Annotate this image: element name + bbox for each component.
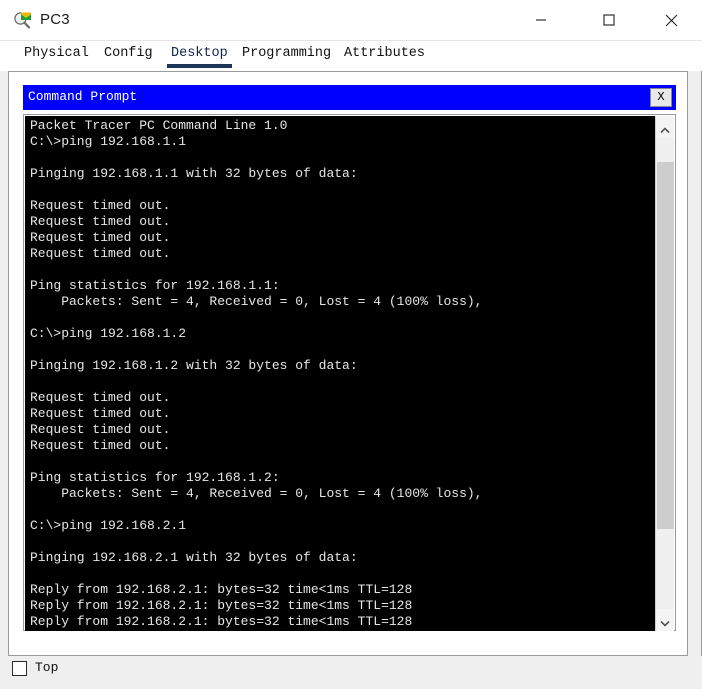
- command-prompt-close-button[interactable]: X: [650, 88, 672, 107]
- terminal-scrollbar[interactable]: [655, 116, 674, 631]
- terminal-line: C:\>ping 192.168.2.1: [30, 518, 187, 533]
- terminal-line: Pinging 192.168.1.2 with 32 bytes of dat…: [30, 358, 358, 373]
- tab-attributes[interactable]: Attributes: [338, 41, 431, 71]
- terminal-line: Reply from 192.168.2.1: bytes=32 time<1m…: [30, 598, 413, 613]
- command-prompt-title: Command Prompt: [28, 89, 138, 104]
- chevron-down-icon: [660, 620, 670, 627]
- tab-desktop[interactable]: Desktop: [165, 41, 234, 71]
- terminal-line: Packets: Sent = 4, Received = 0, Lost = …: [30, 486, 483, 501]
- scroll-up-button[interactable]: [656, 116, 674, 138]
- terminal-line: Request timed out.: [30, 438, 171, 453]
- terminal-line: Request timed out.: [30, 246, 171, 261]
- terminal-line: C:\>ping 192.168.1.1: [30, 134, 187, 149]
- command-prompt-window: Command Prompt X Packet Tracer PC Comman…: [23, 85, 676, 631]
- close-button[interactable]: [648, 0, 694, 40]
- bottom-bar: Top: [0, 656, 702, 689]
- terminal-line: Packets: Sent = 4, Received = 0, Lost = …: [30, 294, 483, 309]
- tab-config[interactable]: Config: [98, 41, 159, 71]
- minimize-icon: [536, 19, 546, 21]
- terminal-line: Ping statistics for 192.168.1.2:: [30, 470, 280, 485]
- maximize-button[interactable]: [586, 0, 632, 40]
- terminal-frame: Packet Tracer PC Command Line 1.0 C:\>pin…: [23, 114, 676, 631]
- terminal-line: Packet Tracer PC Command Line 1.0: [30, 118, 288, 133]
- terminal-line: Ping statistics for 192.168.1.1:: [30, 278, 280, 293]
- terminal-line: Reply from 192.168.2.1: bytes=32 time<1m…: [30, 614, 413, 629]
- terminal-line: Request timed out.: [30, 390, 171, 405]
- terminal-line: Pinging 192.168.2.1 with 32 bytes of dat…: [30, 550, 358, 565]
- terminal-line: Reply from 192.168.2.1: bytes=32 time<1m…: [30, 582, 413, 597]
- terminal-line: Request timed out.: [30, 214, 171, 229]
- terminal-line: Request timed out.: [30, 230, 171, 245]
- scrollbar-thumb[interactable]: [657, 161, 674, 529]
- command-prompt-title-bar: Command Prompt X: [23, 85, 676, 110]
- desktop-tab-panel: Command Prompt X Packet Tracer PC Comman…: [8, 71, 688, 656]
- window-title-bar: PC3: [0, 0, 702, 41]
- maximize-icon: [603, 14, 615, 26]
- terminal-line: Request timed out.: [30, 198, 171, 213]
- minimize-button[interactable]: [518, 0, 564, 40]
- tab-physical[interactable]: Physical: [18, 41, 95, 71]
- terminal-line: C:\>ping 192.168.1.2: [30, 326, 187, 341]
- close-icon: [665, 14, 677, 26]
- tab-strip: Physical Config Desktop Programming Attr…: [0, 41, 702, 71]
- scroll-down-button[interactable]: [656, 609, 674, 631]
- chevron-up-icon: [660, 127, 670, 134]
- top-checkbox[interactable]: [12, 661, 27, 676]
- tab-programming[interactable]: Programming: [236, 41, 337, 71]
- terminal-line: Request timed out.: [30, 406, 171, 421]
- terminal-output[interactable]: Packet Tracer PC Command Line 1.0 C:\>pin…: [25, 116, 656, 631]
- terminal-line: Reply from 192.168.2.1: bytes=32 time<1m…: [30, 630, 656, 631]
- top-checkbox-label: Top: [35, 660, 59, 675]
- packet-tracer-pc-icon: [13, 10, 33, 30]
- terminal-line: Request timed out.: [30, 422, 171, 437]
- terminal-line: Pinging 192.168.1.1 with 32 bytes of dat…: [30, 166, 358, 181]
- window-title: PC3: [40, 11, 70, 28]
- pc3-device-window: PC3 Physical Config Desktop Programming …: [0, 0, 702, 689]
